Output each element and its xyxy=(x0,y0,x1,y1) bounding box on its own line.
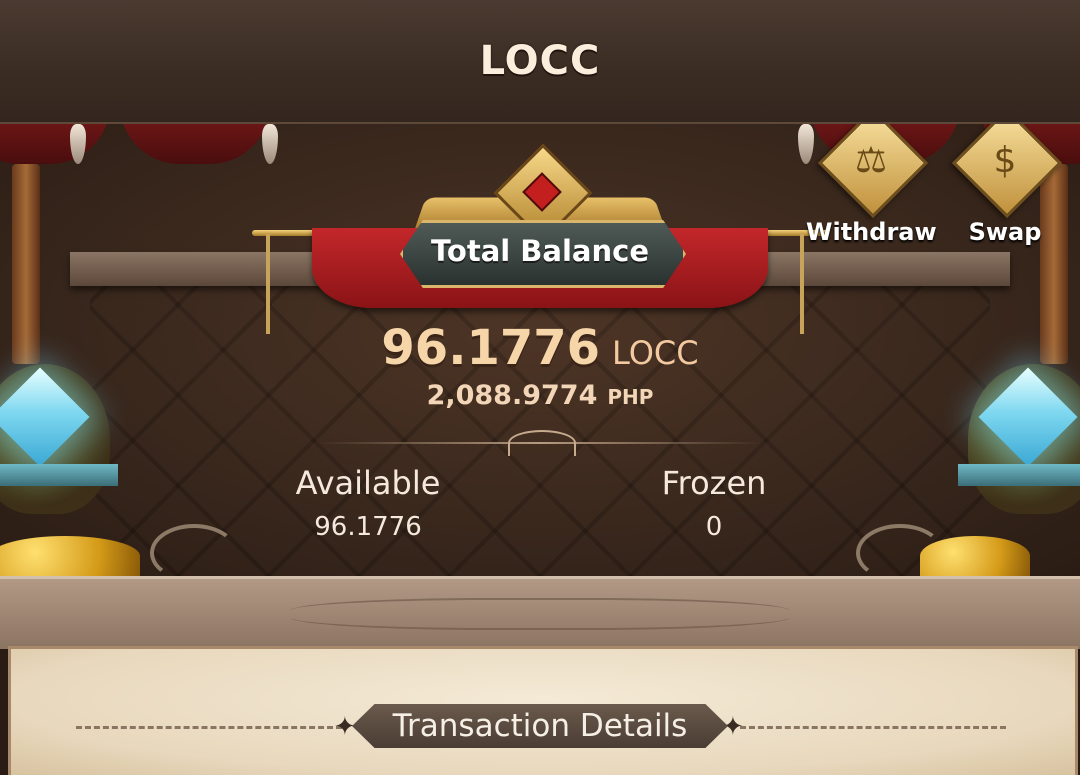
curtain-decoration xyxy=(0,124,110,164)
fiat-currency: PHP xyxy=(607,385,654,409)
shelf-decoration xyxy=(70,252,320,286)
frame-ornament xyxy=(290,598,790,630)
balance-panel: Total Balance 96.1776 LOCC 2,088.9774 PHP … xyxy=(0,124,1080,576)
frozen-value: 0 xyxy=(705,512,723,542)
curtain-decoration xyxy=(120,124,270,164)
lamp-decoration xyxy=(70,124,86,164)
money-bag-icon: $ xyxy=(993,140,1017,181)
available-value: 96.1776 xyxy=(314,512,422,542)
fiat-amount-row: 2,088.9774 PHP xyxy=(0,380,1080,411)
gold-coins-decoration xyxy=(0,536,140,576)
scroll-ornament xyxy=(856,524,944,576)
available-label: Available xyxy=(295,464,441,502)
swap-label: Swap xyxy=(968,218,1042,246)
withdraw-button[interactable]: ⚖ Withdraw xyxy=(806,124,937,254)
balance-amount-row: 96.1776 LOCC xyxy=(0,320,1080,376)
ledge-decoration xyxy=(958,464,1080,486)
total-balance-label: Total Balance xyxy=(430,234,649,268)
scales-icon: ⚖ xyxy=(854,140,888,181)
frozen-label: Frozen xyxy=(661,464,767,502)
top-bar: LOCC xyxy=(0,0,1080,125)
balance-amount: 96.1776 xyxy=(381,320,601,376)
withdraw-label: Withdraw xyxy=(806,218,937,246)
swap-button[interactable]: $ Swap xyxy=(950,124,1063,254)
fiat-amount: 2,088.9774 xyxy=(426,380,598,411)
dashed-divider xyxy=(740,726,1006,729)
balance-currency: LOCC xyxy=(612,334,699,372)
shelf-decoration xyxy=(760,252,1010,286)
dashed-divider xyxy=(76,726,342,729)
divider-ornament xyxy=(508,430,576,456)
transaction-details-title: Transaction Details xyxy=(392,708,688,744)
page-title: LOCC xyxy=(479,38,601,84)
lamp-decoration xyxy=(798,124,814,164)
lamp-decoration xyxy=(262,124,278,164)
ledge-decoration xyxy=(0,464,118,486)
